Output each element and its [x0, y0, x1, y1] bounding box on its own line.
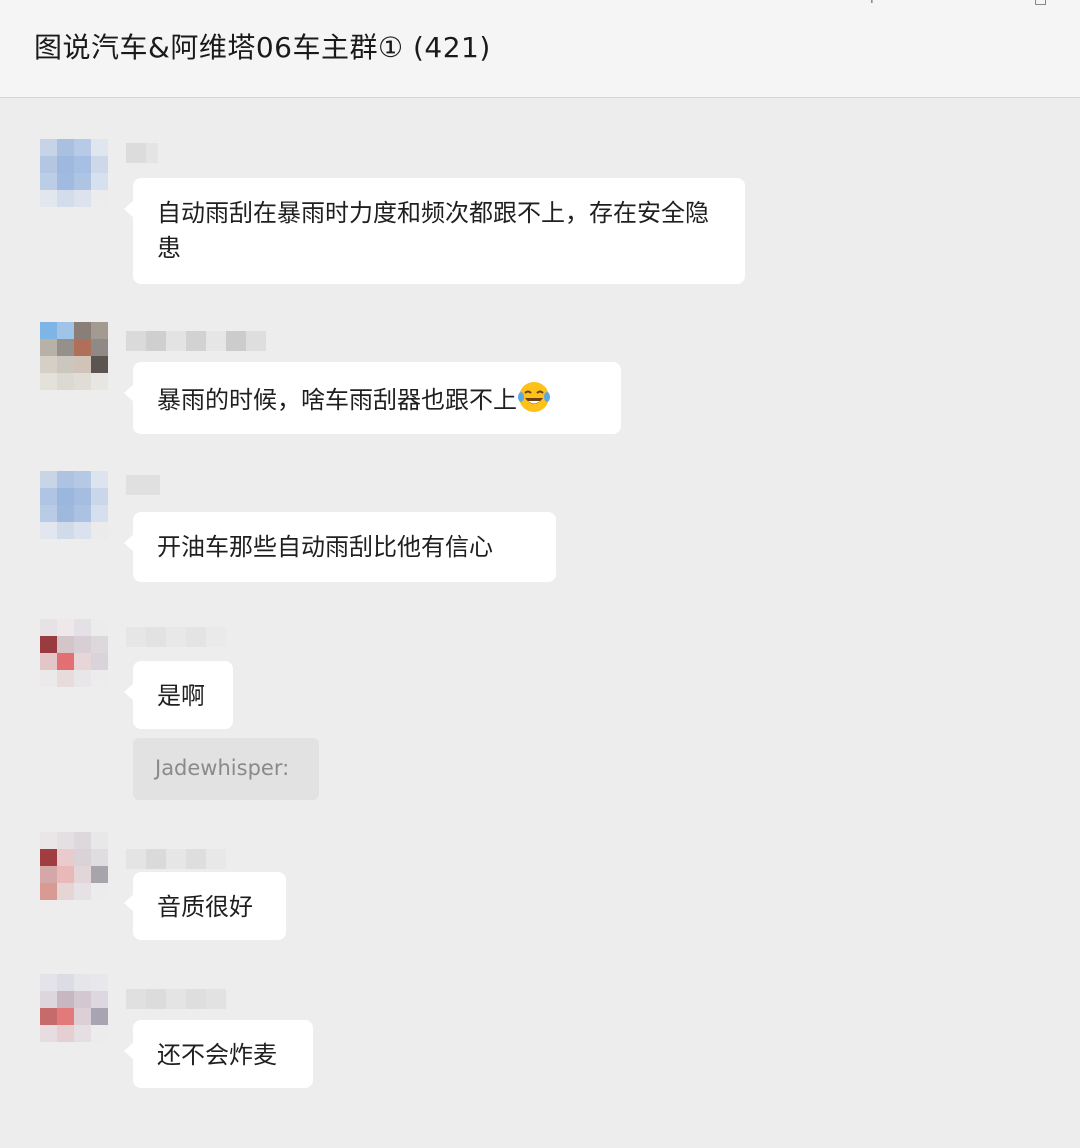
- message-text: 是啊: [157, 682, 205, 710]
- message-text: 自动雨刮在暴雨时力度和频次都跟不上，存在安全隐患: [157, 199, 709, 262]
- message-text: 暴雨的时候，啥车雨刮器也跟不上: [157, 386, 517, 414]
- message-text: 还不会炸麦: [157, 1041, 277, 1069]
- sender-name: [126, 143, 158, 163]
- message-text: 音质很好: [157, 893, 253, 921]
- avatar[interactable]: [40, 322, 108, 390]
- message-bubble[interactable]: 音质很好: [124, 872, 286, 940]
- message-bubble[interactable]: 开油车那些自动雨刮比他有信心: [124, 512, 556, 582]
- sender-name: [126, 475, 160, 495]
- sender-name: [126, 331, 266, 351]
- laugh-cry-emoji-icon: [518, 382, 550, 412]
- sender-name: [126, 849, 226, 869]
- avatar[interactable]: [40, 139, 108, 207]
- avatar[interactable]: [40, 832, 108, 900]
- quoted-message[interactable]: Jadewhisper:: [133, 738, 319, 800]
- quoted-sender: Jadewhisper:: [155, 756, 290, 780]
- message-list[interactable]: 自动雨刮在暴雨时力度和频次都跟不上，存在安全隐患 暴雨的时候，啥车雨刮器也跟不上: [0, 99, 1080, 1145]
- message-bubble[interactable]: 还不会炸麦: [124, 1020, 313, 1088]
- chat-header: 图说汽车&阿维塔06车主群① (421) + □: [0, 0, 1080, 98]
- message-bubble[interactable]: 暴雨的时候，啥车雨刮器也跟不上: [124, 362, 621, 434]
- message-bubble[interactable]: 是啊: [124, 661, 233, 729]
- add-member-icon[interactable]: +: [866, 0, 880, 6]
- avatar[interactable]: [40, 974, 108, 1042]
- avatar[interactable]: [40, 471, 108, 539]
- message-text: 开油车那些自动雨刮比他有信心: [157, 533, 493, 561]
- sender-name: [126, 989, 226, 1009]
- sender-name: [126, 627, 226, 647]
- message-bubble[interactable]: 自动雨刮在暴雨时力度和频次都跟不上，存在安全隐患: [124, 178, 745, 284]
- bottom-partial-text: [530, 1138, 620, 1148]
- more-options-icon[interactable]: □: [1034, 0, 1048, 6]
- chat-title: 图说汽车&阿维塔06车主群① (421): [34, 31, 491, 64]
- avatar[interactable]: [40, 619, 108, 687]
